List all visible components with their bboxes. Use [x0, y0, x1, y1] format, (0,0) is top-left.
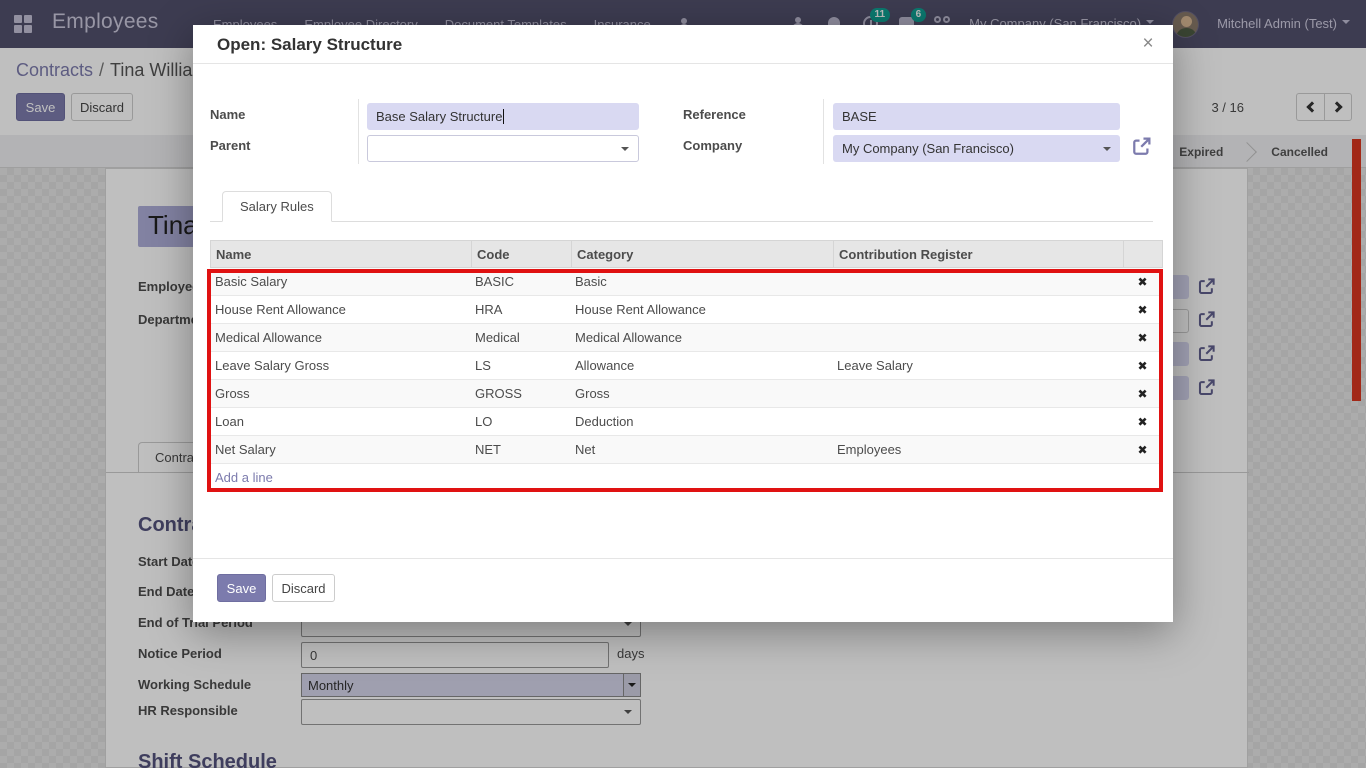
salary-structure-dialog: Open: Salary Structure × Name Base Salar…: [193, 25, 1173, 622]
dialog-footer: Save Discard: [193, 558, 1173, 622]
table-header-row: Name Code Category Contribution Register: [210, 240, 1163, 268]
modal-save-button[interactable]: Save: [217, 574, 266, 602]
chevron-down-icon: [621, 147, 629, 155]
table-row[interactable]: GrossGROSSGross✖: [210, 380, 1163, 408]
dialog-title: Open: Salary Structure: [217, 35, 402, 55]
delete-row-icon[interactable]: ✖: [1122, 443, 1163, 457]
salary-rules-table: Name Code Category Contribution Register…: [210, 240, 1163, 491]
name-label: Name: [210, 107, 245, 122]
delete-row-icon[interactable]: ✖: [1122, 303, 1163, 317]
parent-label: Parent: [210, 138, 250, 153]
table-row[interactable]: Medical AllowanceMedicalMedical Allowanc…: [210, 324, 1163, 352]
table-body: Basic SalaryBASICBasic✖ House Rent Allow…: [210, 268, 1163, 464]
column-header-category[interactable]: Category: [571, 241, 833, 267]
delete-row-icon[interactable]: ✖: [1122, 359, 1163, 373]
table-row[interactable]: Leave Salary GrossLSAllowanceLeave Salar…: [210, 352, 1163, 380]
reference-label: Reference: [683, 107, 746, 122]
delete-row-icon[interactable]: ✖: [1122, 275, 1163, 289]
table-row[interactable]: House Rent AllowanceHRAHouse Rent Allowa…: [210, 296, 1163, 324]
column-header-register[interactable]: Contribution Register: [833, 241, 1123, 267]
column-header-actions: [1123, 241, 1162, 267]
company-field[interactable]: My Company (San Francisco): [833, 135, 1120, 162]
delete-row-icon[interactable]: ✖: [1122, 331, 1163, 345]
company-label: Company: [683, 138, 742, 153]
external-link-icon[interactable]: [1131, 136, 1152, 157]
group-separator: [358, 99, 359, 164]
chevron-down-icon: [1103, 147, 1111, 155]
text-cursor: [503, 109, 504, 124]
table-row[interactable]: Net SalaryNETNetEmployees✖: [210, 436, 1163, 464]
tab-salary-rules[interactable]: Salary Rules: [222, 191, 332, 222]
table-row[interactable]: LoanLODeduction✖: [210, 408, 1163, 436]
add-a-line-link[interactable]: Add a line: [210, 464, 1163, 491]
column-header-code[interactable]: Code: [471, 241, 571, 267]
parent-field[interactable]: [367, 135, 639, 162]
dialog-header: Open: Salary Structure ×: [193, 25, 1173, 64]
delete-row-icon[interactable]: ✖: [1122, 415, 1163, 429]
table-row[interactable]: Basic SalaryBASICBasic✖: [210, 268, 1163, 296]
modal-discard-button[interactable]: Discard: [272, 574, 335, 602]
tab-underline: [210, 221, 1153, 222]
column-header-name[interactable]: Name: [211, 241, 471, 267]
name-input[interactable]: Base Salary Structure: [367, 103, 639, 130]
delete-row-icon[interactable]: ✖: [1122, 387, 1163, 401]
group-separator: [823, 99, 824, 164]
close-icon[interactable]: ×: [1137, 33, 1159, 55]
reference-input[interactable]: BASE: [833, 103, 1120, 130]
